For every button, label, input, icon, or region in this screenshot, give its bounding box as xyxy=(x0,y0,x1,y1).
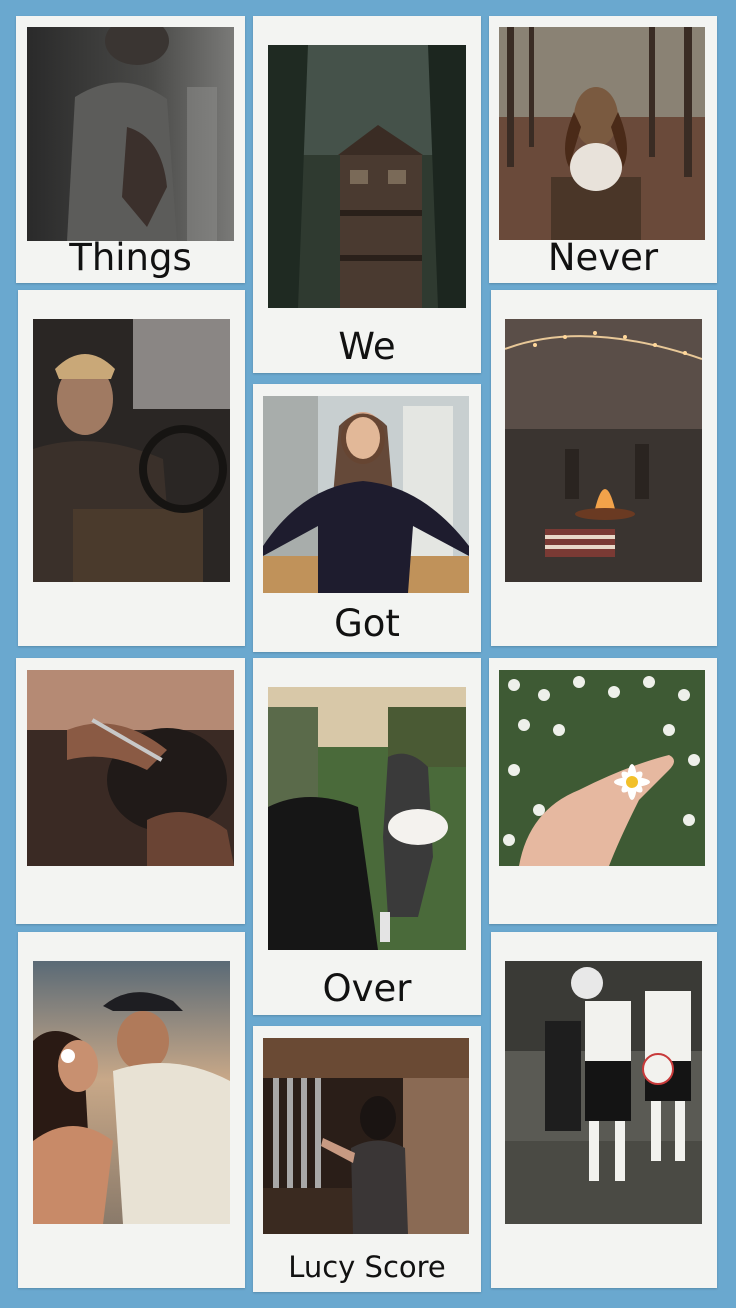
polaroid-cabin: We xyxy=(253,16,481,373)
photo-basset-hound-on-stump xyxy=(499,27,705,240)
photo-haircut-barber xyxy=(27,670,234,866)
polaroid-man-in-car xyxy=(18,290,245,646)
photo-campfire-party xyxy=(505,319,702,582)
polaroid-barber xyxy=(16,658,245,924)
photo-girl-in-hoodie xyxy=(263,396,469,593)
caption-over: Over xyxy=(322,967,412,1010)
photo-man-in-car xyxy=(33,319,230,582)
photo-bartender-pouring xyxy=(263,1038,469,1234)
photo-daisy-in-hand xyxy=(499,670,705,866)
photo-soccer-girls xyxy=(505,961,702,1224)
photo-man-grey-shirt xyxy=(27,27,234,241)
polaroid-garden-party: Over xyxy=(253,658,481,1015)
caption-never: Never xyxy=(547,236,659,279)
caption-we: We xyxy=(338,325,396,368)
photo-cabin-in-woods xyxy=(268,45,466,308)
caption-author: Lucy Score xyxy=(288,1250,446,1284)
polaroid-basset-hound: Never xyxy=(489,16,717,283)
polaroid-couple-beach xyxy=(18,932,245,1288)
photo-couple-at-beach xyxy=(33,961,230,1224)
polaroid-daisy xyxy=(489,658,717,924)
caption-got: Got xyxy=(334,602,400,645)
polaroid-man-grey-shirt: Things xyxy=(16,16,245,283)
polaroid-soccer-girls xyxy=(491,932,717,1288)
polaroid-bartender: Lucy Score xyxy=(253,1026,481,1292)
polaroid-campfire xyxy=(491,290,717,646)
polaroid-girl-hoodie: Got xyxy=(253,384,481,652)
caption-things: Things xyxy=(69,236,192,279)
photo-garden-gathering xyxy=(268,687,466,950)
